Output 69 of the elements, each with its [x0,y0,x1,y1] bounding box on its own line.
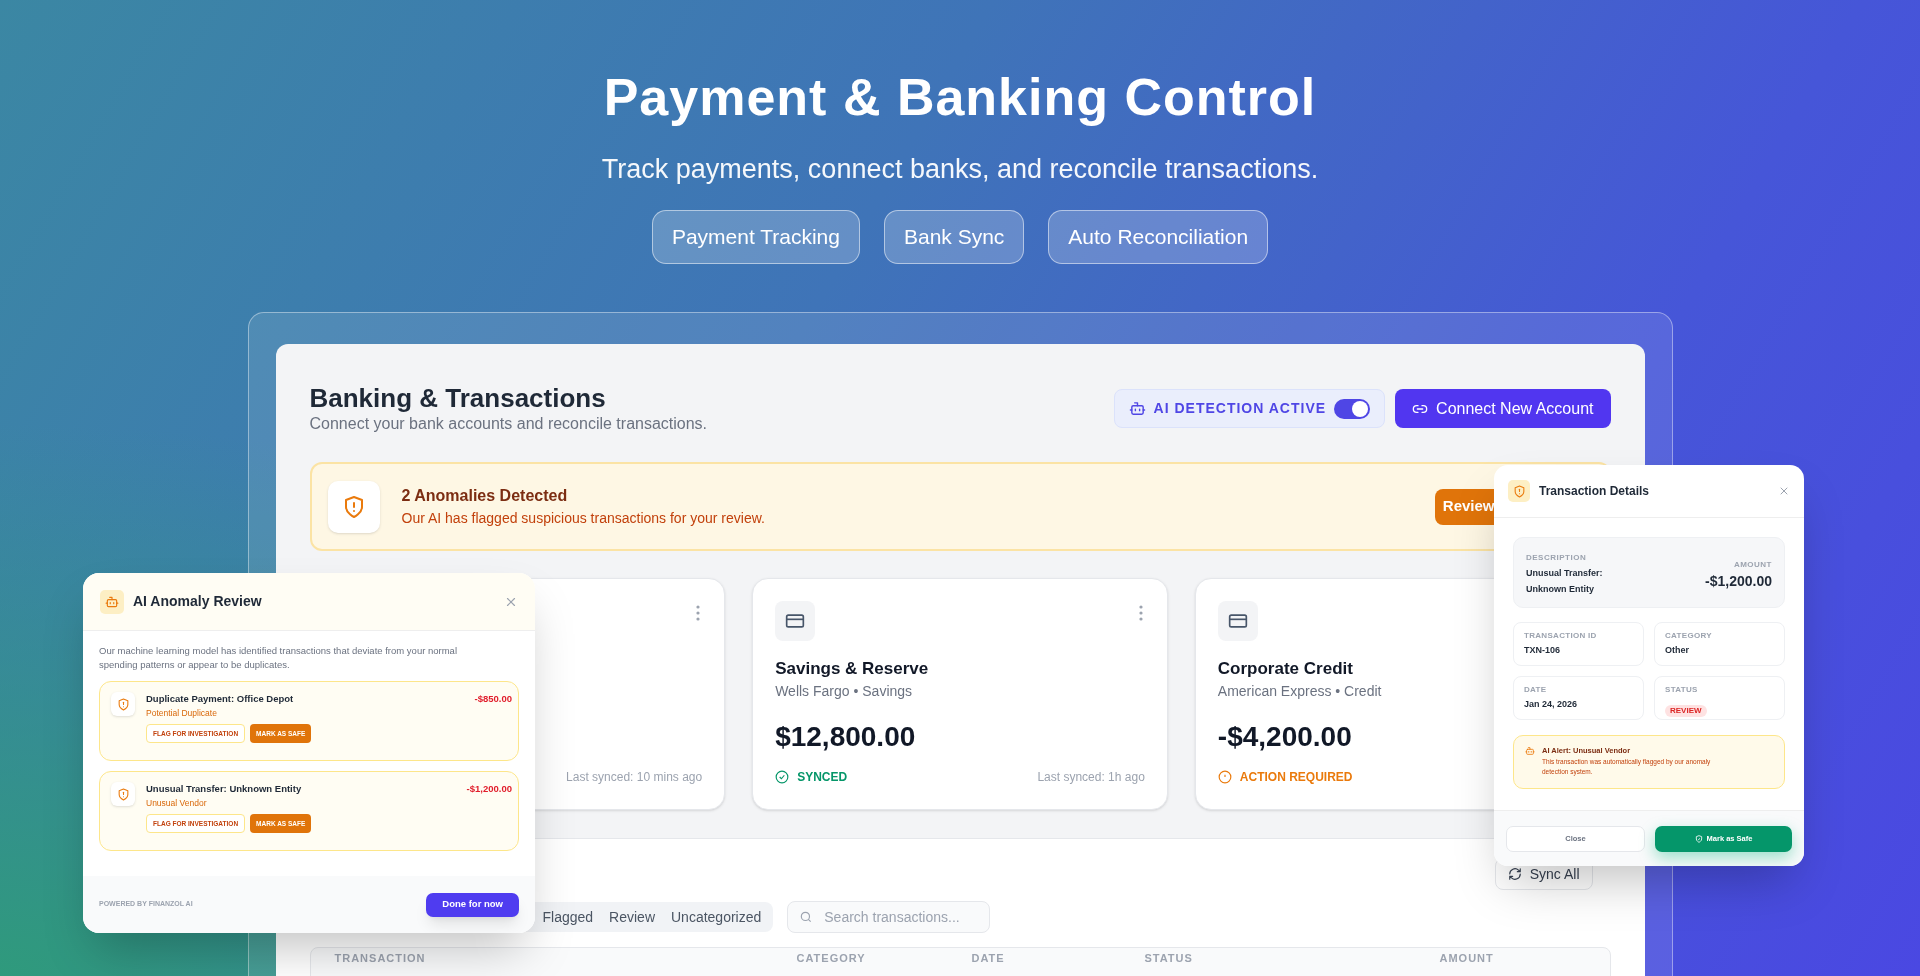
account-balance: -$4,200.00 [1217,720,1352,754]
field-label: CATEGORY [1665,630,1713,642]
field-label: DATE [1524,684,1548,696]
alert-title: 2 Anomalies Detected [401,486,569,506]
status-badge: REVIEW [1665,705,1707,717]
column-header: DATE [971,952,1006,965]
alert-circle-icon [1217,770,1232,784]
filter-tab[interactable]: Uncategorized [663,905,770,929]
sync-status: SYNCED [775,768,848,786]
filter-tab[interactable]: Review [601,905,663,929]
search-field[interactable]: Search transactions... [787,901,991,933]
panel-subtitle: Connect your bank accounts and reconcile transactions. [309,414,708,434]
description-value: Unusual Transfer: Unknown Entity [1526,567,1604,596]
shield-check-icon [1694,834,1703,843]
field-value: Jan 24, 2026 [1524,698,1579,711]
field-value: Other [1665,644,1690,657]
feature-pill: Bank Sync [883,210,1025,264]
anomaly-title: Duplicate Payment: Office Depot [146,692,294,706]
shield-alert-icon [116,787,130,801]
account-institution: Wells Fargo • Savings [775,682,913,701]
panel-title: Banking & Transactions [309,382,607,414]
account-name: Corporate Credit [1217,658,1353,680]
robot-icon [105,594,119,609]
ai-detection-toggle[interactable]: AI DETECTION ACTIVE [1113,389,1386,428]
anomaly-amount: -$1,200.00 [466,782,512,796]
dialog-title: AI Anomaly Review [133,592,262,611]
column-header: AMOUNT [1439,952,1495,965]
anomaly-amount: -$850.00 [474,692,512,706]
more-options-icon[interactable] [696,605,701,621]
ai-detection-label: AI DETECTION ACTIVE [1153,399,1327,418]
account-institution: American Express • Credit [1217,682,1382,701]
field-label: DESCRIPTION [1526,552,1588,564]
close-icon[interactable] [1778,485,1790,497]
last-synced-text: Last synced: 1h ago [1037,769,1145,786]
amount-value: -$1,200.00 [1705,572,1772,591]
last-synced-text: Last synced: 10 mins ago [566,769,703,786]
check-circle-icon [775,770,790,784]
credit-card-icon [785,611,806,631]
credit-card-icon [1227,611,1248,631]
column-header: TRANSACTION [334,952,427,965]
feature-pill: Auto Reconciliation [1048,210,1269,264]
account-name: Savings & Reserve [775,658,929,680]
field-label: AMOUNT [1732,559,1772,571]
filter-tab[interactable]: Flagged [534,905,602,929]
field-label: TRANSACTION ID [1524,630,1598,642]
column-header: STATUS [1144,952,1194,965]
account-balance: $12,800.00 [775,720,916,754]
connect-account-button[interactable]: Connect New Account [1395,389,1611,428]
field-label: STATUS [1665,684,1699,696]
shield-alert-icon [116,697,130,711]
done-button[interactable]: Done for now [426,892,519,917]
alert-message: Our AI has flagged suspicious transactions for your review. [401,509,765,528]
sync-status: ACTION REQUIRED [1217,768,1353,786]
anomaly-reason: Unusual Vendor [146,797,208,810]
toggle-switch[interactable] [1334,398,1371,419]
refresh-icon [1507,867,1522,881]
more-options-icon[interactable] [1138,605,1143,621]
robot-icon [1525,746,1535,756]
feature-pill: Payment Tracking [651,210,860,264]
dialog-title: Transaction Details [1539,483,1650,500]
anomaly-title: Unusual Transfer: Unknown Entity [146,782,302,796]
robot-icon [1128,400,1146,417]
field-value: TXN-106 [1524,644,1561,657]
hero-subtitle: Track payments, connect banks, and reconcile transactions. [601,153,1319,186]
dialog-description: Our machine learning model has identified transactions that deviate from your normal spending patterns or appear to be duplicates. [99,644,459,672]
hero-title: Payment & Banking Control [603,67,1317,127]
column-header: CATEGORY [796,952,867,965]
search-icon [799,910,814,924]
anomaly-reason: Potential Duplicate [146,707,218,720]
